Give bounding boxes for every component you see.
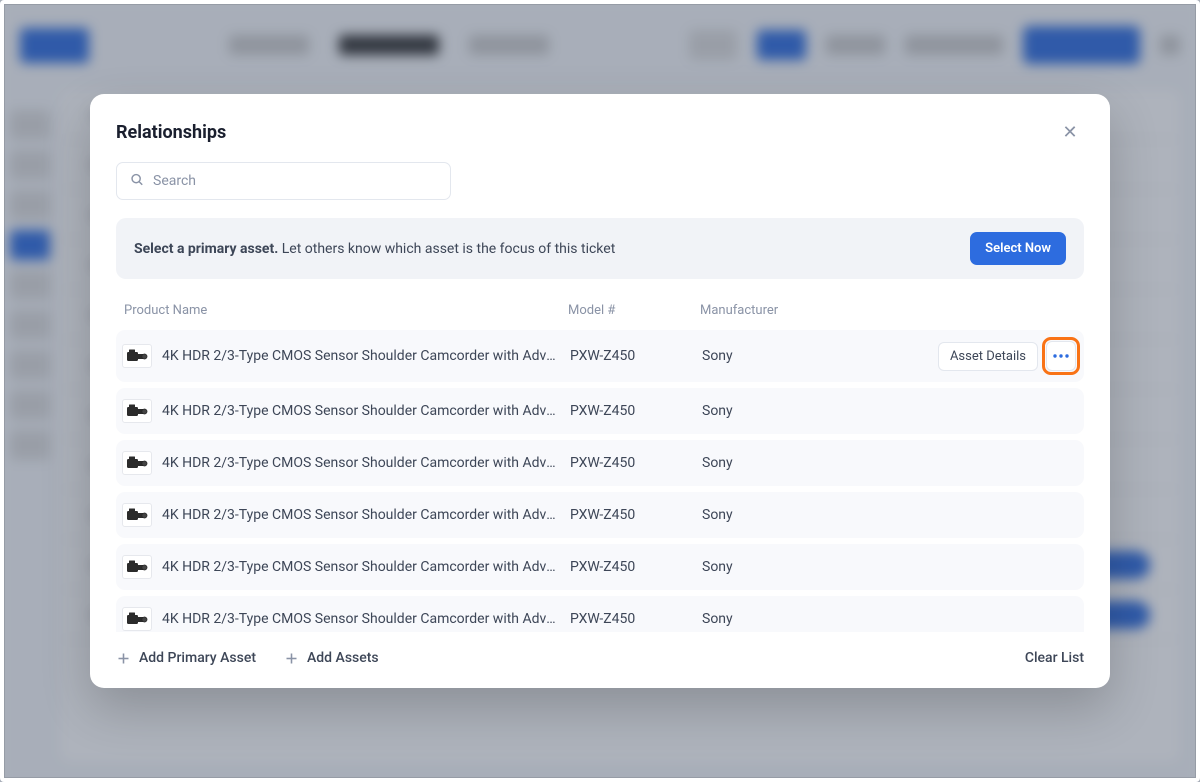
product-name: 4K HDR 2/3-Type CMOS Sensor Shoulder Cam… xyxy=(162,403,557,419)
clear-list-button[interactable]: Clear List xyxy=(1025,650,1084,666)
table-header: Product Name Model # Manufacturer xyxy=(116,293,1084,330)
model-number: PXW-Z450 xyxy=(570,403,702,419)
manufacturer: Sony xyxy=(702,507,906,523)
add-assets-label: Add Assets xyxy=(307,650,379,666)
camcorder-icon xyxy=(122,451,152,475)
product-name: 4K HDR 2/3-Type CMOS Sensor Shoulder Cam… xyxy=(162,348,557,364)
product-name: 4K HDR 2/3-Type CMOS Sensor Shoulder Cam… xyxy=(162,507,557,523)
camcorder-icon xyxy=(122,555,152,579)
assets-table: Product Name Model # Manufacturer 4K HDR… xyxy=(116,293,1084,632)
manufacturer: Sony xyxy=(702,611,906,627)
plus-icon xyxy=(284,651,299,666)
modal-footer: Add Primary Asset Add Assets Clear List xyxy=(116,632,1084,666)
close-icon: ✕ xyxy=(1062,122,1077,143)
camcorder-icon xyxy=(122,399,152,423)
modal-header: Relationships ✕ xyxy=(116,118,1084,146)
table-row[interactable]: 4K HDR 2/3-Type CMOS Sensor Shoulder Cam… xyxy=(116,492,1084,538)
select-now-button[interactable]: Select Now xyxy=(970,232,1066,265)
header-model: Model # xyxy=(568,303,700,318)
add-primary-asset-button[interactable]: Add Primary Asset xyxy=(116,650,256,666)
add-assets-button[interactable]: Add Assets xyxy=(284,650,379,666)
table-row[interactable]: 4K HDR 2/3-Type CMOS Sensor Shoulder Cam… xyxy=(116,330,1084,382)
notice-text: Select a primary asset. Let others know … xyxy=(134,241,615,257)
model-number: PXW-Z450 xyxy=(570,455,702,471)
relationships-modal: Relationships ✕ Select a primary asset. … xyxy=(90,94,1110,688)
product-name: 4K HDR 2/3-Type CMOS Sensor Shoulder Cam… xyxy=(162,611,557,627)
more-options-button[interactable] xyxy=(1046,341,1076,371)
close-button[interactable]: ✕ xyxy=(1056,118,1084,146)
model-number: PXW-Z450 xyxy=(570,348,702,364)
manufacturer: Sony xyxy=(702,455,906,471)
camcorder-icon xyxy=(122,344,152,368)
table-row[interactable]: 4K HDR 2/3-Type CMOS Sensor Shoulder Cam… xyxy=(116,440,1084,486)
model-number: PXW-Z450 xyxy=(570,611,702,627)
search-icon xyxy=(130,172,144,191)
search-section xyxy=(116,162,1084,200)
manufacturer: Sony xyxy=(702,403,906,419)
manufacturer: Sony xyxy=(702,559,906,575)
table-row[interactable]: 4K HDR 2/3-Type CMOS Sensor Shoulder Cam… xyxy=(116,544,1084,590)
product-name: 4K HDR 2/3-Type CMOS Sensor Shoulder Cam… xyxy=(162,455,557,471)
camcorder-icon xyxy=(122,607,152,631)
table-row[interactable]: 4K HDR 2/3-Type CMOS Sensor Shoulder Cam… xyxy=(116,596,1084,632)
header-manufacturer: Manufacturer xyxy=(700,303,1080,318)
model-number: PXW-Z450 xyxy=(570,559,702,575)
dots-icon xyxy=(1053,354,1069,358)
manufacturer: Sony xyxy=(702,348,906,364)
primary-asset-notice: Select a primary asset. Let others know … xyxy=(116,218,1084,279)
search-input[interactable] xyxy=(116,162,451,200)
model-number: PXW-Z450 xyxy=(570,507,702,523)
product-name: 4K HDR 2/3-Type CMOS Sensor Shoulder Cam… xyxy=(162,559,557,575)
plus-icon xyxy=(116,651,131,666)
modal-title: Relationships xyxy=(116,122,226,143)
camcorder-icon xyxy=(122,503,152,527)
header-product: Product Name xyxy=(120,303,568,318)
table-row[interactable]: 4K HDR 2/3-Type CMOS Sensor Shoulder Cam… xyxy=(116,388,1084,434)
add-primary-label: Add Primary Asset xyxy=(139,650,256,666)
asset-details-button[interactable]: Asset Details xyxy=(938,342,1038,371)
